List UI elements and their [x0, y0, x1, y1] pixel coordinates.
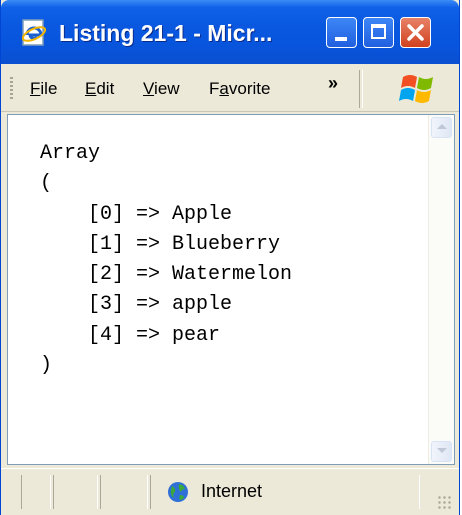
array-output: Array ( [0] => Apple [1] => Blueberry [2…	[40, 142, 293, 378]
menu-bar: File Edit View Favorite »	[1, 64, 459, 112]
globe-icon	[168, 482, 188, 502]
ie-page-icon	[21, 19, 47, 46]
vertical-scrollbar[interactable]	[428, 115, 454, 464]
menu-favorites[interactable]: Favorite	[209, 79, 297, 99]
menu-overflow-chevron[interactable]: »	[328, 73, 338, 94]
status-pane	[100, 475, 148, 509]
status-pane	[21, 475, 51, 509]
scroll-down-button[interactable]	[431, 441, 452, 462]
window-title: Listing 21-1 - Micr...	[59, 20, 273, 46]
scroll-up-button[interactable]	[431, 117, 452, 138]
status-pane-zone	[150, 475, 420, 509]
status-pane	[53, 475, 98, 509]
toolbar-grip[interactable]	[10, 77, 13, 99]
menu-view[interactable]: View	[143, 79, 180, 99]
resize-grip[interactable]	[437, 495, 451, 509]
maximize-icon	[371, 24, 386, 39]
minimize-button[interactable]	[326, 17, 357, 48]
page-content: Array ( [0] => Apple [1] => Blueberry [2…	[7, 114, 455, 465]
menu-file[interactable]: File	[30, 79, 57, 99]
browser-window: Listing 21-1 - Micr... File Edit View Fa…	[0, 0, 460, 515]
security-zone-label: Internet	[201, 481, 263, 501]
minimize-icon	[335, 37, 347, 41]
close-button[interactable]	[400, 17, 431, 48]
close-icon	[407, 24, 424, 41]
windows-logo-icon	[399, 75, 433, 103]
status-bar: Internet	[1, 468, 459, 515]
maximize-button[interactable]	[363, 17, 394, 48]
title-bar[interactable]: Listing 21-1 - Micr...	[1, 0, 459, 64]
scroll-up-arrow-icon	[437, 124, 447, 129]
scroll-down-arrow-icon	[437, 448, 447, 453]
toolbar-separator	[359, 70, 363, 108]
menu-edit[interactable]: Edit	[85, 79, 114, 99]
